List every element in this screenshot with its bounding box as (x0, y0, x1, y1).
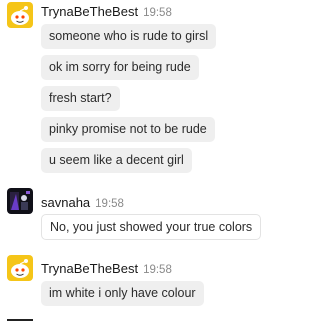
message-header: savnaha 19:58 (41, 194, 124, 210)
timestamp: 19:58 (95, 198, 124, 210)
username[interactable]: TrynaBeTheBest (41, 4, 138, 19)
dark-character-avatar-icon[interactable] (7, 188, 33, 214)
snoo-yellow-avatar-icon[interactable] (7, 2, 33, 28)
message-bubble: fresh start? (41, 86, 120, 111)
timestamp: 19:58 (143, 264, 172, 276)
username[interactable]: TrynaBeTheBest (41, 261, 138, 276)
timestamp: 19:58 (143, 7, 172, 19)
message-bubble: u seem like a decent girl (41, 148, 192, 173)
chat-log: TrynaBeTheBest 19:58 someone who is rude … (0, 0, 318, 321)
message-bubble: im white i only have colour (41, 281, 204, 306)
message-header: TrynaBeTheBest 19:58 (41, 3, 172, 19)
message-header: TrynaBeTheBest 19:58 (41, 260, 172, 276)
username[interactable]: savnaha (41, 195, 90, 210)
snoo-yellow-avatar-icon[interactable] (7, 255, 33, 281)
message-bubble: ok im sorry for being rude (41, 55, 199, 80)
message-bubble: pinky promise not to be rude (41, 117, 215, 142)
message-bubble: someone who is rude to girsl (41, 24, 217, 49)
message-bubble: No, you just showed your true colors (41, 214, 262, 240)
